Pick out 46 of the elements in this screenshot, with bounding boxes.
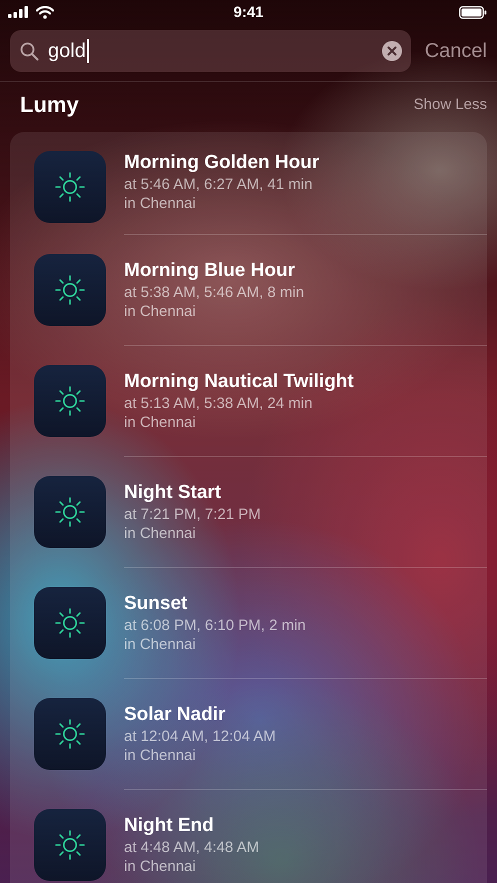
result-detail: at 4:48 AM, 4:48 AM [124, 838, 260, 856]
result-title: Solar Nadir [124, 702, 226, 726]
result-row[interactable]: Night End at 4:48 AM, 4:48 AM in Chennai [10, 789, 487, 883]
result-detail: at 5:38 AM, 5:46 AM, 8 min [124, 282, 304, 302]
result-detail: at 7:21 PM, 7:21 PM [124, 504, 261, 524]
wifi-icon [36, 6, 54, 18]
battery-icon [459, 6, 487, 18]
result-row[interactable]: Solar Nadir at 12:04 AM, 12:04 AM in Chennai [10, 678, 487, 789]
text-cursor [86, 39, 89, 63]
result-location: in Chennai [124, 524, 197, 542]
sun-icon [34, 808, 106, 880]
search-icon [20, 42, 39, 60]
result-location: in Chennai [124, 746, 197, 764]
result-location: in Chennai [124, 856, 197, 876]
result-location: in Chennai [124, 412, 197, 432]
search-field[interactable]: gold [10, 30, 411, 72]
result-row[interactable]: Night Start at 7:21 PM, 7:21 PM in Chennai [10, 456, 487, 567]
show-less-button[interactable]: Show Less [414, 96, 487, 113]
section-title: Lumy [20, 92, 79, 118]
result-row[interactable]: Morning Blue Hour at 5:38 AM, 5:46 AM, 8 min in Chennai [10, 234, 487, 345]
result-detail: at 12:04 AM, 12:04 AM [124, 726, 276, 746]
result-title: Night End [124, 814, 215, 838]
result-row[interactable]: Morning Nautical Twilight at 5:13 AM, 5:38 AM, 24 min in Chennai [10, 345, 487, 456]
result-title: Sunset [124, 592, 188, 616]
result-title: Morning Golden Hour [124, 151, 320, 175]
result-row[interactable]: Morning Golden Hour at 5:46 AM, 6:27 AM, 41 min in Chennai [10, 140, 487, 234]
result-location: in Chennai [124, 302, 197, 320]
result-detail: at 6:08 PM, 6:10 PM, 2 min [124, 616, 306, 634]
result-detail: at 5:13 AM, 5:38 AM, 24 min [124, 394, 314, 412]
clear-icon[interactable] [382, 41, 402, 61]
result-location: in Chennai [124, 634, 197, 654]
sun-icon [34, 364, 106, 436]
result-title: Night Start [124, 480, 222, 504]
sun-icon [34, 476, 106, 548]
signal-icon [8, 6, 29, 18]
sun-icon [34, 151, 106, 223]
result-title: Morning Blue Hour [124, 258, 296, 282]
result-row[interactable]: Sunset at 6:08 PM, 6:10 PM, 2 min in Chennai [10, 567, 487, 678]
result-title: Morning Nautical Twilight [124, 370, 354, 394]
result-location: in Chennai [124, 194, 197, 213]
sun-icon [34, 254, 106, 326]
sun-icon [34, 586, 106, 658]
sun-icon [34, 698, 106, 770]
status-time: 9:41 [232, 4, 265, 20]
cancel-button[interactable]: Cancel [424, 40, 487, 62]
result-detail: at 5:46 AM, 6:27 AM, 41 min [124, 175, 314, 194]
